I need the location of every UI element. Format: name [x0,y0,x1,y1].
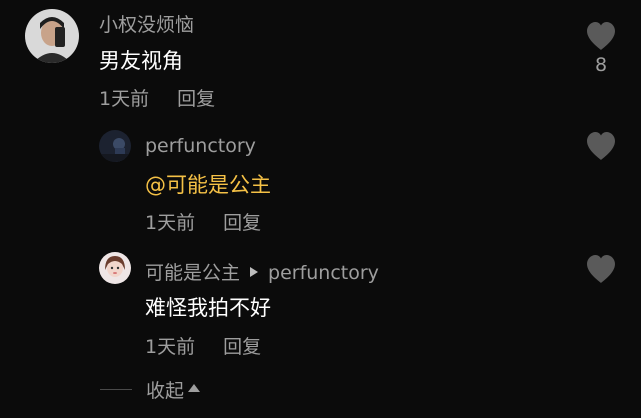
comment-time: 1天前 [99,88,150,110]
collapse-button[interactable]: 收起 [146,376,201,403]
comment-meta: 1天前 回复 [99,84,215,111]
reply-text-mention[interactable]: @可能是公主 [145,169,271,199]
commenter-username[interactable]: 小权没烦恼 [99,10,194,37]
reply-meta: 1天前 回复 [145,332,261,359]
reply-time: 1天前 [145,336,196,358]
comment-text: 男友视角 [99,49,183,73]
user-avatar-dark-icon [99,130,131,162]
replier-name[interactable]: 可能是公主 [145,262,240,284]
collapse-replies-row: 收起 [100,374,201,404]
user-avatar-selfie-icon [25,9,79,63]
reply-target-name[interactable]: perfunctory [268,262,379,284]
heart-icon[interactable] [585,21,617,51]
replier-username: 可能是公主 perfunctory [145,258,379,285]
avatar-replier-1[interactable] [99,130,131,162]
reply-text: 难怪我拍不好 [145,296,271,320]
reply-meta: 1天前 回复 [145,208,261,235]
user-avatar-girl-icon [99,252,131,284]
avatar-commenter-1[interactable] [25,9,79,63]
like-count: 8 [594,54,608,76]
reply-button[interactable]: 回复 [223,336,261,358]
reply-button[interactable]: 回复 [177,88,215,110]
collapse-divider [100,388,132,390]
replier-username[interactable]: perfunctory [145,135,256,157]
heart-icon[interactable] [585,254,617,284]
reply-arrow-icon [250,266,259,277]
caret-up-icon [188,384,201,392]
reply-time: 1天前 [145,212,196,234]
avatar-replier-2[interactable] [99,252,131,284]
collapse-label: 收起 [146,379,185,402]
reply-button[interactable]: 回复 [223,212,261,234]
heart-icon[interactable] [585,131,617,161]
